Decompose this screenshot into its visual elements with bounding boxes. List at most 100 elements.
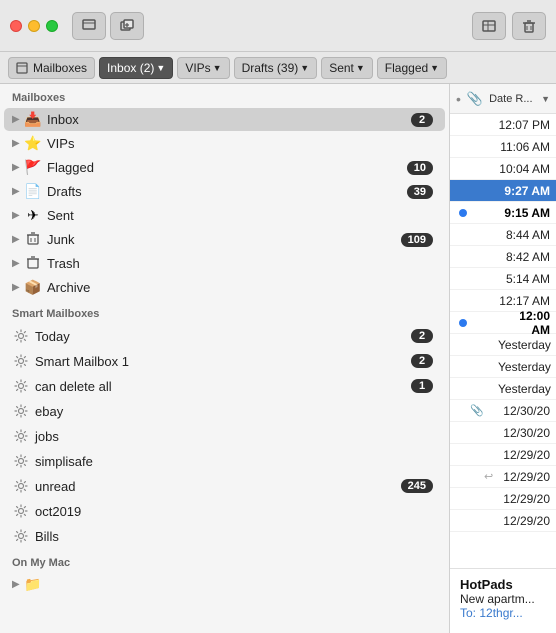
- email-row[interactable]: 11:06 AM: [450, 136, 556, 158]
- sidebar-item-onmymac[interactable]: ▶ 📁: [4, 573, 445, 596]
- mailboxes-section-header: Mailboxes: [0, 84, 449, 107]
- email-row[interactable]: 8:42 AM: [450, 246, 556, 268]
- unread-indicator: [456, 209, 470, 217]
- sidebar-item-drafts[interactable]: ▶ 📄 Drafts 39: [4, 180, 445, 203]
- email-row[interactable]: Yesterday: [450, 378, 556, 400]
- dot-header-icon: •: [456, 91, 461, 107]
- email-row[interactable]: 📎 12/30/20: [450, 400, 556, 422]
- sidebar-item-smart-ebay[interactable]: ebay: [4, 399, 445, 423]
- email-row[interactable]: 9:27 AM: [450, 180, 556, 202]
- inbox-filter-button[interactable]: Inbox (2) ▼: [99, 57, 173, 79]
- sidebar-item-smart-oct2019[interactable]: oct2019: [4, 499, 445, 523]
- vips-icon: ⭐: [24, 135, 42, 152]
- sent-icon: ✈: [24, 207, 42, 224]
- inbox-expand-arrow: ▶: [12, 114, 24, 125]
- move-button[interactable]: [472, 12, 506, 40]
- email-time: 12/29/20: [498, 448, 550, 462]
- junk-label: Junk: [47, 232, 401, 247]
- date-sort-caret-icon[interactable]: ▼: [541, 94, 550, 104]
- sidebar-item-smart-smart1[interactable]: Smart Mailbox 1 2: [4, 349, 445, 373]
- attachment-icon: 📎: [470, 404, 484, 417]
- maximize-button[interactable]: [46, 20, 58, 32]
- sidebar-item-archive[interactable]: ▶ 📦 Archive: [4, 276, 445, 299]
- right-panel: • 📎 Date R... ▼ 12:07 PM 11:06 AM 10:04 …: [450, 84, 556, 633]
- smart-item-badge-unread: 245: [401, 479, 433, 493]
- archive-icon: 📦: [24, 279, 42, 296]
- smart-item-badge-today: 2: [411, 329, 433, 343]
- mailboxes-button[interactable]: Mailboxes: [8, 57, 95, 79]
- vips-expand-arrow: ▶: [12, 138, 24, 149]
- preview-to: To: 12thgr...: [460, 606, 546, 620]
- drafts-icon: 📄: [24, 183, 42, 200]
- sidebar-item-vips[interactable]: ▶ ⭐ VIPs: [4, 132, 445, 155]
- inbox-badge: 2: [411, 113, 433, 127]
- preview-pane: HotPads New apartm... To: 12thgr...: [450, 568, 556, 633]
- email-row[interactable]: 9:15 AM: [450, 202, 556, 224]
- inbox-icon: 📥: [24, 111, 42, 128]
- email-row[interactable]: Yesterday: [450, 356, 556, 378]
- onmymac-icon: 📁: [24, 576, 42, 593]
- smart-item-badge-smart1: 2: [411, 354, 433, 368]
- minimize-button[interactable]: [28, 20, 40, 32]
- drafts-expand-arrow: ▶: [12, 186, 24, 197]
- trash-label: Trash: [47, 256, 433, 271]
- email-row[interactable]: 12/29/20: [450, 510, 556, 532]
- email-time: 12/29/20: [498, 470, 550, 484]
- sent-expand-arrow: ▶: [12, 210, 24, 221]
- new-window-button[interactable]: [110, 12, 144, 40]
- sidebar-item-junk[interactable]: ▶ Junk 109: [4, 228, 445, 251]
- sidebar-item-smart-candelete[interactable]: can delete all 1: [4, 374, 445, 398]
- email-row[interactable]: 12:00 AM: [450, 312, 556, 334]
- email-list: 12:07 PM 11:06 AM 10:04 AM 9:27 AM 9:15 …: [450, 114, 556, 568]
- gear-icon: [12, 327, 30, 345]
- email-time: 12/30/20: [498, 426, 550, 440]
- traffic-lights: [10, 20, 58, 32]
- flagged-expand-arrow: ▶: [12, 162, 24, 173]
- sent-filter-button[interactable]: Sent ▼: [321, 57, 373, 79]
- compose-button[interactable]: [72, 12, 106, 40]
- email-list-header: • 📎 Date R... ▼: [450, 84, 556, 114]
- drafts-label: Drafts: [47, 184, 407, 199]
- email-row[interactable]: 12:07 PM: [450, 114, 556, 136]
- email-row[interactable]: 12/29/20: [450, 444, 556, 466]
- delete-button[interactable]: [512, 12, 546, 40]
- close-button[interactable]: [10, 20, 22, 32]
- email-row[interactable]: Yesterday: [450, 334, 556, 356]
- date-sort-label[interactable]: Date R...: [489, 93, 535, 105]
- sidebar-item-sent[interactable]: ▶ ✈ Sent: [4, 204, 445, 227]
- smart-item-label-smart1: Smart Mailbox 1: [35, 354, 411, 369]
- sidebar-item-smart-bills[interactable]: Bills: [4, 524, 445, 548]
- preview-sender: HotPads: [460, 577, 546, 592]
- gear-icon: [12, 502, 30, 520]
- email-row[interactable]: 12/29/20: [450, 488, 556, 510]
- sidebar-item-flagged[interactable]: ▶ 🚩 Flagged 10: [4, 156, 445, 179]
- flagged-filter-button[interactable]: Flagged ▼: [377, 57, 447, 79]
- email-row[interactable]: 12/30/20: [450, 422, 556, 444]
- sidebar-item-trash[interactable]: ▶ Trash: [4, 252, 445, 275]
- sent-label: Sent: [47, 208, 433, 223]
- email-row[interactable]: 5:14 AM: [450, 268, 556, 290]
- titlebar-left: [10, 12, 144, 40]
- trash-expand-arrow: ▶: [12, 258, 24, 269]
- flagged-caret-icon: ▼: [430, 63, 439, 73]
- sidebar-item-smart-unread[interactable]: unread 245: [4, 474, 445, 498]
- smart-item-label-candelete: can delete all: [35, 379, 411, 394]
- gear-icon: [12, 377, 30, 395]
- email-time: 9:15 AM: [498, 206, 550, 220]
- vips-filter-button[interactable]: VIPs ▼: [177, 57, 229, 79]
- sidebar-item-smart-jobs[interactable]: jobs: [4, 424, 445, 448]
- email-row[interactable]: 10:04 AM: [450, 158, 556, 180]
- sidebar-item-smart-today[interactable]: Today 2: [4, 324, 445, 348]
- email-time: 8:44 AM: [498, 228, 550, 242]
- junk-badge: 109: [401, 233, 433, 247]
- smart-item-label-simplisafe: simplisafe: [35, 454, 433, 469]
- email-row[interactable]: 8:44 AM: [450, 224, 556, 246]
- drafts-filter-button[interactable]: Drafts (39) ▼: [234, 57, 318, 79]
- sidebar-item-inbox[interactable]: ▶ 📥 Inbox 2: [4, 108, 445, 131]
- flagged-badge: 10: [407, 161, 433, 175]
- email-row[interactable]: ↩ 12/29/20: [450, 466, 556, 488]
- smart-item-label-bills: Bills: [35, 529, 433, 544]
- junk-icon: [24, 231, 42, 248]
- email-time: 5:14 AM: [498, 272, 550, 286]
- sidebar-item-smart-simplisafe[interactable]: simplisafe: [4, 449, 445, 473]
